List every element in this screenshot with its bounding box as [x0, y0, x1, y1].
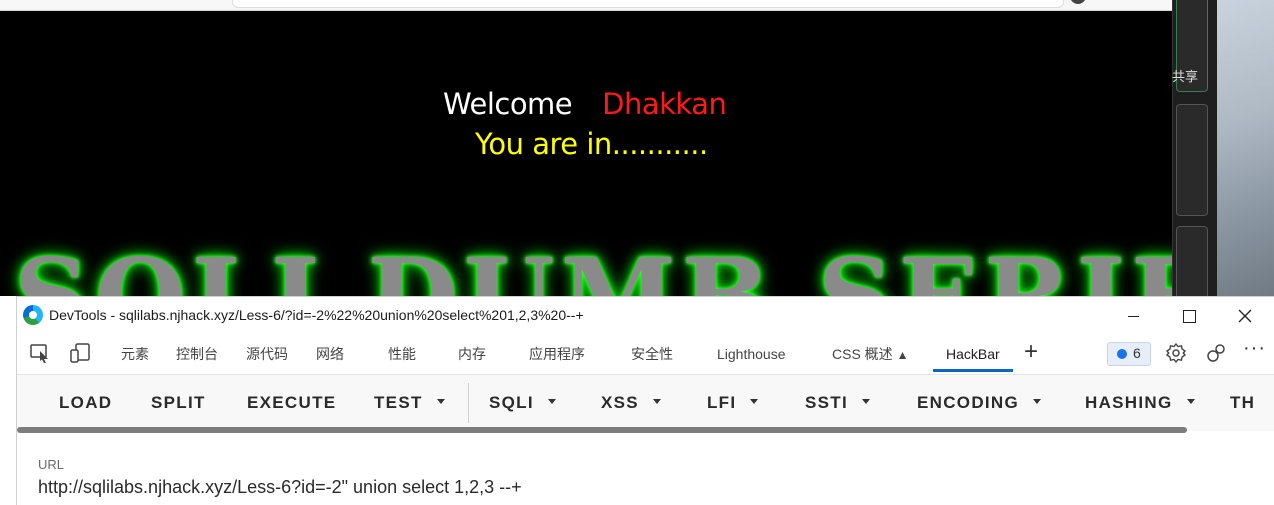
browser-toolbar	[0, 0, 1172, 11]
more-options-icon[interactable]: ···	[1243, 337, 1266, 360]
test-label: TEST	[374, 393, 423, 412]
side-share-label[interactable]: 共享	[1172, 66, 1198, 85]
title-bar: DevTools - sqlilabs.njhack.xyz/Less-6/?i…	[17, 297, 1274, 333]
tab-security[interactable]: 安全性	[631, 334, 673, 374]
test-dropdown[interactable]: TEST	[374, 393, 445, 413]
chevron-down-icon	[652, 399, 661, 405]
active-tab-indicator	[933, 369, 1013, 372]
devtools-tabbar: 元素 控制台 源代码 网络 性能 内存 应用程序 安全性 Lighthouse …	[17, 334, 1274, 374]
chevron-down-icon	[1186, 399, 1195, 405]
user-name: Dhakkan	[602, 87, 727, 121]
minimize-button[interactable]	[1110, 300, 1156, 330]
side-window	[1172, 0, 1218, 308]
chevron-down-icon	[547, 399, 556, 405]
tab-css-overview-label: CSS 概述	[832, 346, 893, 362]
close-icon	[1238, 309, 1252, 323]
status-text: You are in...........	[475, 127, 708, 161]
maximize-button[interactable]	[1166, 300, 1212, 330]
ssti-label: SSTI	[805, 393, 848, 412]
hackbar-toolbar: LOAD SPLIT EXECUTE TEST SQLI XSS LFI SST…	[17, 374, 1274, 431]
tab-hackbar[interactable]: HackBar	[946, 334, 1000, 374]
tab-console[interactable]: 控制台	[176, 334, 218, 374]
execute-button[interactable]: EXECUTE	[247, 393, 336, 413]
add-tab-icon[interactable]: +	[1024, 340, 1038, 364]
device-toolbar-icon[interactable]	[69, 342, 91, 364]
tab-performance[interactable]: 性能	[388, 334, 416, 374]
issues-badge[interactable]: 6	[1107, 342, 1151, 366]
tab-lighthouse[interactable]: Lighthouse	[717, 334, 786, 374]
issues-chat-icon	[1117, 349, 1127, 359]
flask-icon: ▲	[896, 348, 909, 362]
sqli-label: SQLI	[489, 393, 534, 412]
tab-application[interactable]: 应用程序	[529, 334, 585, 374]
background-photo	[1217, 0, 1274, 296]
side-panel[interactable]	[1176, 104, 1208, 216]
tab-network[interactable]: 网络	[316, 334, 344, 374]
lfi-dropdown[interactable]: LFI	[707, 393, 759, 413]
chevron-down-icon	[436, 399, 445, 405]
theme-label: TH	[1230, 393, 1256, 412]
chevron-down-icon	[1033, 399, 1042, 405]
tab-sources[interactable]: 源代码	[246, 334, 288, 374]
toolbar-scrollbar[interactable]	[17, 427, 1187, 433]
banner-title: SQLI DUMB SERIES-6	[14, 235, 1172, 296]
lfi-label: LFI	[707, 393, 737, 412]
profile-icon[interactable]	[1070, 0, 1086, 4]
xss-label: XSS	[601, 393, 639, 412]
xss-dropdown[interactable]: XSS	[601, 393, 661, 413]
window-title: DevTools - sqlilabs.njhack.xyz/Less-6/?i…	[49, 307, 584, 323]
encoding-dropdown[interactable]: ENCODING	[917, 393, 1042, 413]
close-button[interactable]	[1222, 300, 1268, 330]
theme-dropdown[interactable]: TH	[1230, 393, 1255, 413]
maximize-icon	[1182, 309, 1196, 323]
web-page: Welcome Dhakkan You are in........... SQL…	[0, 11, 1172, 296]
issues-count: 6	[1133, 345, 1141, 361]
edge-logo-icon	[23, 305, 43, 325]
toolbar-divider	[468, 383, 469, 423]
chevron-down-icon	[750, 399, 759, 405]
welcome-text: Welcome	[443, 87, 573, 121]
ssti-dropdown[interactable]: SSTI	[805, 393, 870, 413]
execute-label: EXECUTE	[247, 393, 337, 412]
tab-memory[interactable]: 内存	[458, 334, 486, 374]
split-label: SPLIT	[151, 393, 206, 412]
tab-css-overview[interactable]: CSS 概述 ▲	[832, 334, 908, 374]
url-label: URL	[38, 457, 65, 472]
load-label: LOAD	[59, 393, 113, 412]
load-button[interactable]: LOAD	[59, 393, 112, 413]
encoding-label: ENCODING	[917, 393, 1020, 412]
address-bar[interactable]	[232, 0, 1064, 8]
url-field[interactable]	[38, 474, 1238, 500]
sqli-dropdown[interactable]: SQLI	[489, 393, 556, 413]
split-button[interactable]: SPLIT	[151, 393, 206, 413]
customize-icon[interactable]	[1205, 342, 1227, 364]
inspect-icon[interactable]	[29, 342, 51, 364]
hashing-dropdown[interactable]: HASHING	[1085, 393, 1195, 413]
chevron-down-icon	[862, 399, 870, 405]
settings-gear-icon[interactable]	[1165, 342, 1187, 364]
devtools-window: DevTools - sqlilabs.njhack.xyz/Less-6/?i…	[16, 296, 1274, 505]
minimize-icon	[1127, 315, 1139, 317]
tab-elements[interactable]: 元素	[121, 334, 149, 374]
hashing-label: HASHING	[1085, 393, 1173, 412]
welcome-line: Welcome Dhakkan	[443, 87, 727, 121]
